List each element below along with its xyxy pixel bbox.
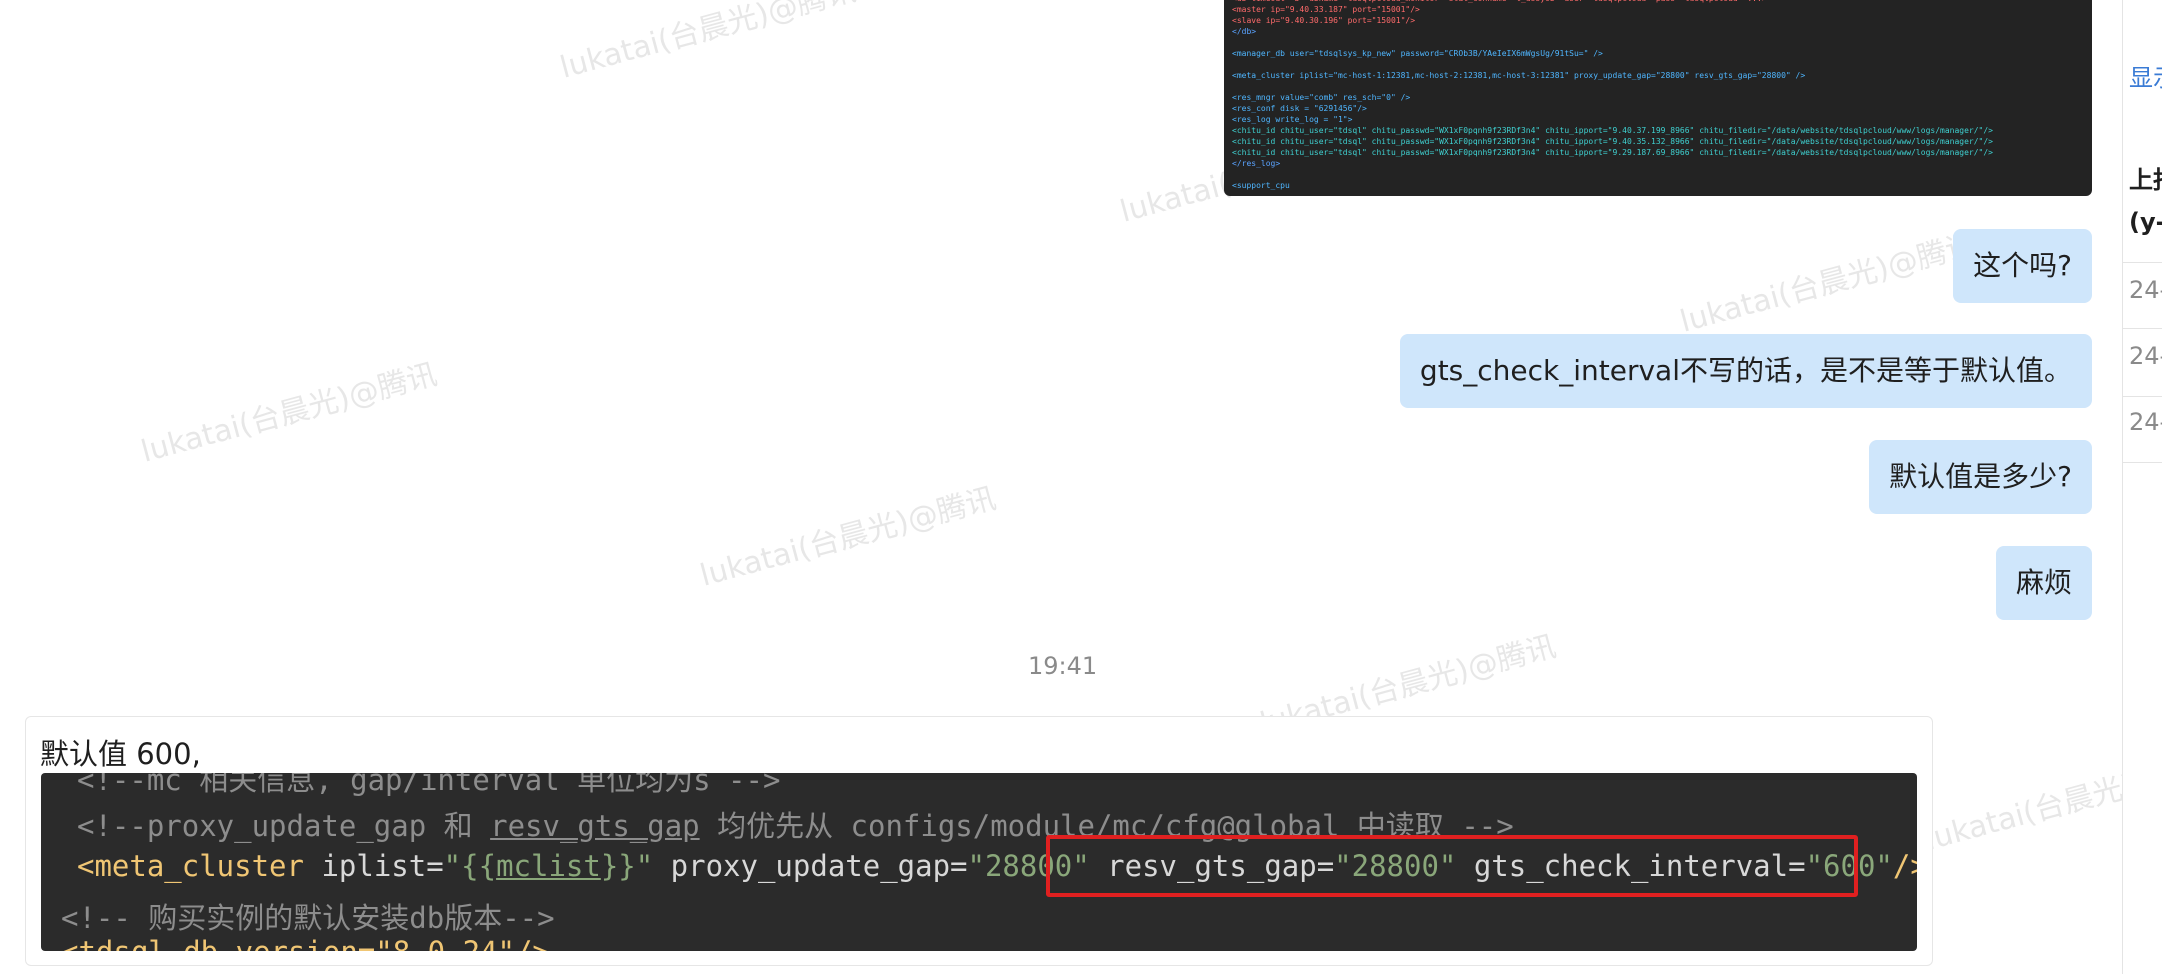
terminal-line: <manager_db user="tdsqlsys_kp_new" passw… (1232, 49, 1603, 58)
code-text: resv_gts_gap (490, 809, 700, 843)
message-bubble-outgoing[interactable]: gts_check_interval不写的话，是不是等于默认值。 (1399, 334, 2092, 408)
table-cell-date: 24-0 (2129, 342, 2162, 370)
code-comment-line: <!--mc 相关信息, gap/interval 单位均为s --> (77, 773, 781, 797)
reply-text: 默认值 600, (40, 737, 201, 771)
watermark: lukatai(台晨光)@腾讯 (1921, 745, 2122, 858)
terminal-line: <chitu_id chitu_user="tdsql" chitu_passw… (1232, 148, 1993, 157)
terminal-line: <support_cpu (1232, 181, 1290, 190)
message-bubble-outgoing[interactable]: 默认值是多少? (1869, 440, 2092, 514)
terminal-line: <db timeout="3" dbname="tdsqlpcloud_moni… (1232, 0, 1767, 4)
terminal-line: <chitu_id chitu_user="tdsql" chitu_passw… (1232, 137, 1993, 146)
column-header-sub: (y-n (2129, 208, 2162, 236)
chat-area: lukatai(台晨光)@腾讯 lukatai(台晨光)@腾讯 lukatai(… (0, 0, 2122, 974)
terminal-line: </res_log> (1232, 159, 1281, 168)
terminal-line: <master ip="9.40.33.187" port="15001"/> (1232, 5, 1420, 14)
code-text: <!--proxy_update_gap 和 (77, 809, 491, 843)
terminal-screenshot-image[interactable]: <db timeout="3" dbname="tdsqlpcloud_moni… (1224, 0, 2092, 196)
code-tag: /> (1892, 849, 1917, 883)
code-tag-line: <tdsql_db version="8.0.24"/> (61, 935, 550, 951)
table-cell-date: 24-0 (2129, 408, 2162, 436)
code-val: }}" (600, 849, 654, 883)
message-bubble-outgoing[interactable]: 麻烦 (1995, 546, 2092, 620)
right-side-panel: 显示列 上报 (y-n 24-0 24-0 24-0 (2122, 0, 2162, 974)
message-bubble-outgoing[interactable]: 这个吗? (1953, 229, 2092, 303)
highlight-box (1046, 835, 1858, 897)
terminal-line: <slave ip="9.40.30.196" port="15001"/> (1232, 16, 1416, 25)
terminal-line: <res_mngr value="comb" res_sch="0" /> (1232, 93, 1411, 102)
column-header-report: 上报 (2129, 166, 2162, 194)
divider (2123, 462, 2162, 463)
table-cell-date: 24-0 (2129, 276, 2162, 304)
terminal-line: </db> (1232, 27, 1257, 36)
code-val: mclist (496, 849, 601, 883)
code-screenshot-image[interactable]: <!--mc 相关信息, gap/interval 单位均为s --> <!--… (41, 773, 1917, 951)
terminal-line: <chitu_id chitu_user="tdsql" chitu_passw… (1232, 126, 1993, 135)
code-attr: proxy_update_gap= (653, 849, 968, 883)
terminal-line: <meta_cluster iplist="mc-host-1:12381,mc… (1232, 71, 1806, 80)
watermark: lukatai(台晨光)@腾讯 (137, 357, 441, 470)
code-tag: <meta_cluster (77, 849, 304, 883)
message-timestamp: 19:41 (1028, 652, 1098, 680)
divider (2123, 262, 2162, 263)
divider (2123, 396, 2162, 397)
message-card-incoming[interactable]: 默认值 600, <!--mc 相关信息, gap/interval 单位均为s… (25, 716, 1933, 966)
terminal-line: <res_log write_log = "1"> (1232, 115, 1353, 124)
watermark: lukatai(台晨光)@腾讯 (1676, 227, 1980, 340)
code-comment-line: <!-- 购买实例的默认安装db版本--> (61, 901, 555, 935)
divider (2123, 328, 2162, 329)
show-columns-link[interactable]: 显示列 (2129, 58, 2162, 93)
terminal-line: <res_conf disk = "6291456"/> (1232, 104, 1367, 113)
code-val: "{{ (443, 849, 497, 883)
watermark: lukatai(台晨光)@腾讯 (556, 0, 860, 86)
watermark: lukatai(台晨光)@腾讯 (696, 481, 1000, 594)
code-attr: iplist= (303, 849, 444, 883)
